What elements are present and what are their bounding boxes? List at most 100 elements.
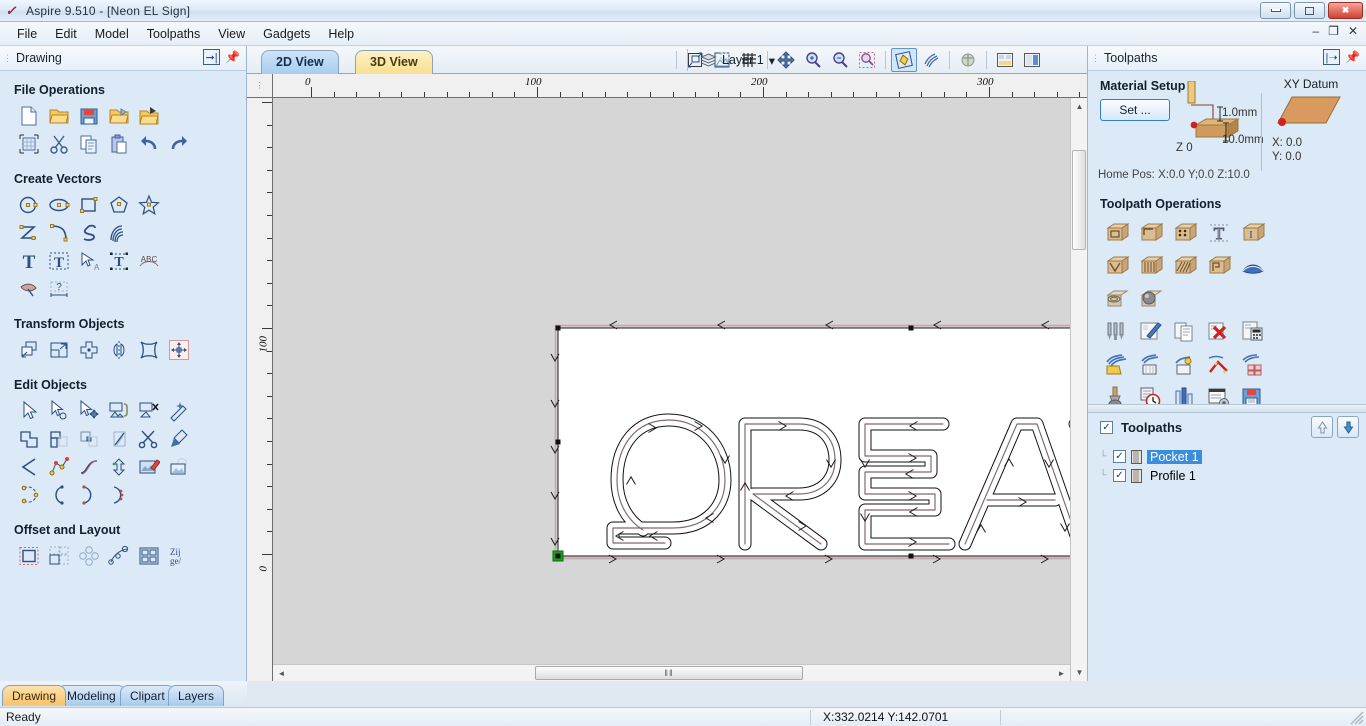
rough-3d-icon[interactable]	[1236, 249, 1270, 282]
paint-vectors-icon[interactable]	[164, 425, 194, 453]
join-vectors-icon[interactable]	[14, 481, 44, 509]
draw-rectangle-icon[interactable]	[74, 191, 104, 219]
toolpath-list-item[interactable]: └ ✓ Profile 1	[1098, 466, 1366, 485]
rotate-objects-icon[interactable]	[74, 336, 104, 364]
circular-copy-icon[interactable]	[74, 542, 104, 570]
toolpath-name-pocket-1[interactable]: Pocket 1	[1147, 450, 1202, 464]
undo-icon[interactable]	[134, 130, 164, 158]
block-copy-icon[interactable]: Zijge/	[164, 542, 194, 570]
scroll-right-arrow[interactable]: ►	[1055, 667, 1068, 680]
vcarve-text-icon[interactable]: T	[1202, 216, 1236, 249]
layout-view-icon[interactable]	[1019, 48, 1045, 72]
edit-toolpath-icon[interactable]	[1134, 315, 1168, 348]
open-recent-icon[interactable]	[104, 102, 134, 130]
select-tool-icon[interactable]	[14, 397, 44, 425]
node-edit-icon[interactable]	[44, 397, 74, 425]
tab-2d-view[interactable]: 2D View	[261, 50, 339, 74]
finish-3d-icon[interactable]	[1100, 282, 1134, 315]
scroll-left-arrow[interactable]: ◄	[275, 667, 288, 680]
text-on-arc-icon[interactable]: ABC	[134, 247, 164, 275]
align-objects-icon[interactable]	[164, 336, 194, 364]
zoom-box-icon[interactable]	[854, 48, 880, 72]
move-objects-icon[interactable]	[14, 336, 44, 364]
scale-objects-icon[interactable]	[44, 336, 74, 364]
edit-bitmap-icon[interactable]	[134, 453, 164, 481]
dock-arrow-icon[interactable]: ➞|	[203, 49, 220, 65]
measure-icon[interactable]	[164, 397, 194, 425]
draw-polyline-icon[interactable]	[14, 219, 44, 247]
array-copy-icon[interactable]	[44, 542, 74, 570]
close-vector-icon[interactable]	[44, 481, 74, 509]
crop-bitmap-icon[interactable]	[164, 453, 194, 481]
prism-carving-icon[interactable]	[1202, 249, 1236, 282]
show-toolpaths-icon[interactable]	[918, 48, 944, 72]
menu-toolpaths[interactable]: Toolpaths	[138, 24, 210, 44]
toolpaths-list[interactable]: └ ✓ Pocket 1 └ ✓ Profile 1	[1088, 441, 1366, 681]
texture-toolpath-icon[interactable]	[1168, 249, 1202, 282]
copy-icon[interactable]	[74, 130, 104, 158]
intersect-vectors-icon[interactable]	[74, 425, 104, 453]
toolpath-import-icon[interactable]	[1168, 348, 1202, 381]
dimension-icon[interactable]: ?	[44, 275, 74, 303]
scroll-up-arrow[interactable]: ▲	[1073, 100, 1086, 113]
pan-view-icon[interactable]	[773, 48, 799, 72]
nesting-icon[interactable]	[134, 542, 164, 570]
draw-star-icon[interactable]	[134, 191, 164, 219]
dock-arrow-icon[interactable]: |➝	[1323, 49, 1340, 65]
zoom-in-icon[interactable]	[800, 48, 826, 72]
select-all-icon[interactable]	[14, 130, 44, 158]
mdi-close-button[interactable]: ✕	[1348, 24, 1358, 38]
toolpath-list-item[interactable]: └ ✓ Pocket 1	[1098, 447, 1366, 466]
open-file-icon[interactable]	[44, 102, 74, 130]
draw-curve-icon[interactable]	[44, 219, 74, 247]
copy-along-curve-icon[interactable]	[104, 542, 134, 570]
pocket-toolpath-icon[interactable]	[1134, 216, 1168, 249]
offset-closed-icon[interactable]	[104, 453, 134, 481]
weld-vectors-icon[interactable]	[14, 425, 44, 453]
toolpath-checkbox[interactable]: ✓	[1113, 469, 1126, 482]
draw-serpentine-icon[interactable]	[74, 219, 104, 247]
draw-circle-icon[interactable]	[14, 191, 44, 219]
mirror-objects-icon[interactable]	[104, 336, 134, 364]
pin-icon[interactable]: 📌	[1345, 50, 1360, 64]
scroll-down-arrow[interactable]: ▼	[1073, 666, 1086, 679]
split-vector-icon[interactable]	[104, 481, 134, 509]
toolpath-name-profile-1[interactable]: Profile 1	[1147, 469, 1199, 483]
fluting-toolpath-icon[interactable]	[1134, 249, 1168, 282]
toolpath-checkbox[interactable]: ✓	[1113, 450, 1126, 463]
panel-splitter[interactable]	[1088, 404, 1366, 413]
move-node-icon[interactable]	[74, 397, 104, 425]
scissors-cut-icon[interactable]	[134, 425, 164, 453]
toggle-toolpath-icon[interactable]	[891, 48, 917, 72]
paste-icon[interactable]	[104, 130, 134, 158]
split-view-icon[interactable]	[992, 48, 1018, 72]
tab-clipart[interactable]: Clipart	[120, 685, 175, 706]
vertical-scrollbar[interactable]: ▲ ▼	[1070, 98, 1087, 681]
toolpath-calc-icon[interactable]	[1236, 315, 1270, 348]
ungroup-objects-icon[interactable]	[134, 397, 164, 425]
redo-icon[interactable]	[164, 130, 194, 158]
xy-datum-section[interactable]: XY Datum X: 0.0 Y: 0.0	[1268, 77, 1354, 164]
cut-icon[interactable]	[44, 130, 74, 158]
menu-help[interactable]: Help	[319, 24, 363, 44]
node-tools-icon[interactable]	[44, 453, 74, 481]
group-objects-icon[interactable]	[104, 397, 134, 425]
profile-toolpath-icon[interactable]	[1100, 216, 1134, 249]
arrow-down-icon[interactable]	[1337, 416, 1359, 438]
menu-edit[interactable]: Edit	[46, 24, 86, 44]
create-text-icon[interactable]: T	[14, 247, 44, 275]
distort-objects-icon[interactable]	[134, 336, 164, 364]
tab-drawing[interactable]: Drawing	[2, 685, 66, 706]
vertical-scroll-thumb[interactable]	[1072, 150, 1086, 250]
pin-icon[interactable]: 📌	[225, 50, 240, 64]
trim-vectors-icon[interactable]	[104, 425, 134, 453]
tab-modeling[interactable]: Modeling	[57, 685, 126, 706]
import-vectors-icon[interactable]	[134, 102, 164, 130]
vcarve-toolpath-icon[interactable]	[1100, 249, 1134, 282]
menu-view[interactable]: View	[209, 24, 254, 44]
resize-grip-icon[interactable]	[1350, 711, 1364, 725]
mdi-restore-button[interactable]: ❐	[1328, 24, 1339, 38]
draw-polygon-icon[interactable]	[104, 191, 134, 219]
set-material-button[interactable]: Set ...	[1100, 99, 1170, 121]
zoom-out-icon[interactable]	[827, 48, 853, 72]
